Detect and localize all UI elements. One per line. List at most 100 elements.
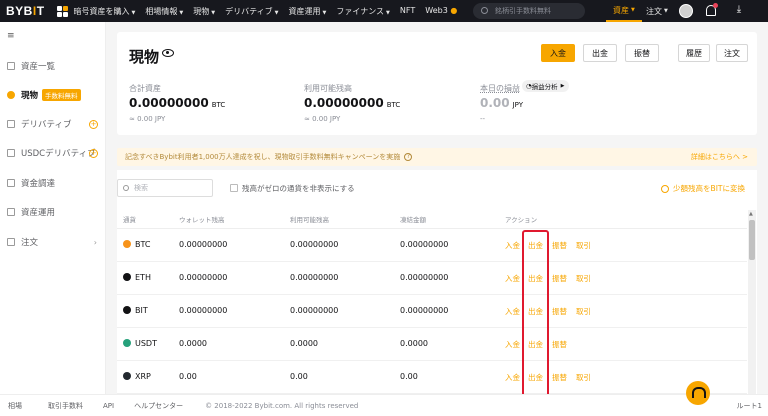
pnl-analysis-button[interactable]: ◔ 損益分析 ▶ (522, 80, 569, 92)
footer-link-api[interactable]: API (103, 402, 114, 410)
coin-name: USDT (135, 339, 157, 348)
footer-link-help[interactable]: ヘルプセンター (134, 401, 183, 411)
coin-icon (7, 91, 15, 99)
row-trade-link[interactable]: 取引 (576, 372, 591, 383)
nav-markets[interactable]: 相場情報 ▼ (145, 6, 183, 17)
nav-buy-crypto[interactable]: 暗号資産を購入 ▼ (74, 6, 136, 17)
sidebar-item-funding[interactable]: 資金調達 (0, 173, 106, 193)
coin-name: BIT (135, 306, 148, 315)
row-deposit-link[interactable]: 入金 (505, 372, 520, 383)
sidebar-item-spot[interactable]: 現物 手数料無料 (0, 85, 106, 105)
sidebar: ≡ 資産一覧 現物 手数料無料 デリバティブ + USDCデリバティブ + 資金調達 … (0, 22, 106, 394)
convert-small-balance-link[interactable]: 少額残高をBITに変換 (661, 183, 745, 194)
main-nav: 暗号資産を購入 ▼ 相場情報 ▼ 現物 ▼ デリバティブ ▼ 資産運用 ▼ ファイナンス ▼… (74, 6, 468, 17)
col-header-frozen: 凍結金額 (400, 216, 426, 224)
coin-name: XRP (135, 372, 151, 381)
collapse-menu-icon[interactable]: ≡ (7, 31, 15, 41)
download-icon[interactable]: ⤓ (733, 4, 745, 17)
row-deposit-link[interactable]: 入金 (505, 339, 520, 350)
deposit-button[interactable]: 入金 (541, 44, 575, 62)
available-balance: 0.00000000 (290, 306, 339, 315)
row-transfer-link[interactable]: 振替 (552, 339, 567, 350)
convert-icon (661, 184, 670, 193)
footer-link-markets[interactable]: 相場 (8, 401, 22, 411)
scrollbar-thumb[interactable] (749, 220, 755, 260)
orders-tab[interactable]: 注文 ▼ (646, 0, 668, 22)
row-deposit-link[interactable]: 入金 (505, 273, 520, 284)
nav-earn[interactable]: 資産運用 ▼ (289, 6, 327, 17)
available-balance-label: 利用可能残高 (304, 84, 352, 93)
footer: 相場 取引手数料 API ヘルプセンター © 2018-2022 Bybit.c… (0, 394, 768, 416)
avatar[interactable] (679, 4, 693, 18)
pnl-value: 0.00 JPY (480, 96, 524, 110)
table-row: ETH 0.00000000 0.00000000 0.00000000 入金 … (117, 262, 747, 295)
row-trade-link[interactable]: 取引 (576, 306, 591, 317)
row-transfer-link[interactable]: 振替 (552, 372, 567, 383)
sidebar-item-usdc-derivatives[interactable]: USDCデリバティブ + (0, 143, 106, 163)
row-deposit-link[interactable]: 入金 (505, 306, 520, 317)
banner-details-link[interactable]: 詳細はこちらへ > (691, 152, 748, 162)
wallet-balance: 0.00 (179, 372, 197, 381)
assets-tab[interactable]: 資産 ▼ (606, 0, 642, 22)
row-deposit-link[interactable]: 入金 (505, 240, 520, 251)
available-balance: 0.00000000 (290, 273, 339, 282)
row-trade-link[interactable]: 取引 (576, 240, 591, 251)
transfer-button[interactable]: 振替 (625, 44, 659, 62)
nav-nft[interactable]: NFT (400, 6, 415, 17)
global-search-input[interactable]: 銘柄引手数料無料 (473, 3, 585, 19)
xrp-icon (123, 372, 131, 380)
nav-derivatives[interactable]: デリバティブ ▼ (225, 6, 278, 17)
frozen-amount: 0.00000000 (400, 240, 449, 249)
footer-link-fees[interactable]: 取引手数料 (48, 401, 83, 411)
available-balance: 0.00 (290, 372, 308, 381)
row-transfer-link[interactable]: 振替 (552, 273, 567, 284)
col-header-wallet: ウォレット残高 (179, 216, 225, 224)
orders-icon (7, 238, 15, 246)
chevron-right-icon: › (93, 237, 97, 247)
plus-icon[interactable]: + (89, 148, 98, 158)
sidebar-item-earn[interactable]: 資産運用 (0, 202, 106, 222)
scroll-up-icon[interactable]: ▲ (749, 211, 753, 217)
withdraw-column-highlight (522, 230, 549, 397)
sidebar-item-overview[interactable]: 資産一覧 (0, 56, 106, 76)
support-headset-icon[interactable] (686, 381, 710, 405)
frozen-amount: 0.00000000 (400, 306, 449, 315)
spot-summary-card: 現物 入金 出金 振替 履歴 注文 合計資産 0.00000000 BTC ≈ 0… (117, 32, 757, 135)
withdraw-button[interactable]: 出金 (583, 44, 617, 62)
derivatives-icon (7, 120, 15, 128)
plus-icon[interactable]: + (89, 119, 98, 129)
apps-grid-icon[interactable] (56, 5, 68, 17)
route-label: ルート1 (736, 401, 762, 410)
bit-icon (123, 306, 131, 314)
row-trade-link[interactable]: 取引 (576, 273, 591, 284)
table-scrollbar[interactable]: ▲ (748, 210, 756, 394)
frozen-amount: 0.00000000 (400, 273, 449, 282)
nav-finance[interactable]: ファイナンス ▼ (336, 6, 390, 17)
notification-dot (713, 3, 718, 8)
wallet-balance: 0.00000000 (179, 306, 228, 315)
coin-search-input[interactable]: 検索 (117, 179, 213, 197)
coin-name: BTC (135, 240, 151, 249)
bybit-logo[interactable]: BYBIT (6, 4, 45, 18)
available-balance: 0.00000000 (290, 240, 339, 249)
sidebar-item-derivatives[interactable]: デリバティブ + (0, 114, 106, 134)
frozen-amount: 0.00 (400, 372, 418, 381)
orders-button[interactable]: 注文 (716, 44, 748, 62)
help-icon[interactable]: ? (404, 153, 413, 161)
row-transfer-link[interactable]: 振替 (552, 240, 567, 251)
total-assets-label: 合計資産 (129, 84, 161, 93)
hide-zero-label[interactable]: 残高がゼロの通貨を非表示にする (242, 183, 355, 194)
sidebar-item-orders[interactable]: 注文 › (0, 232, 106, 252)
eye-icon[interactable] (162, 49, 174, 57)
hide-zero-checkbox[interactable] (230, 184, 238, 192)
frozen-amount: 0.0000 (400, 339, 428, 348)
history-button[interactable]: 履歴 (678, 44, 710, 62)
earn-icon (7, 208, 15, 216)
nav-spot[interactable]: 現物 ▼ (193, 6, 215, 17)
total-assets-value: 0.00000000 BTC (129, 96, 226, 110)
search-icon (123, 185, 129, 191)
nav-web3[interactable]: Web3 ● (425, 6, 457, 17)
pnl-label[interactable]: 本日の損益 (480, 83, 520, 94)
col-header-actions: アクション (505, 216, 538, 224)
row-transfer-link[interactable]: 振替 (552, 306, 567, 317)
